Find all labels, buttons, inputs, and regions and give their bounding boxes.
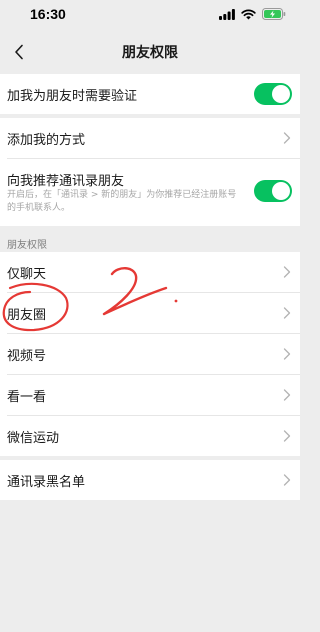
battery-charging-icon <box>262 8 286 20</box>
blacklist-label: 通讯录黑名单 <box>7 474 86 490</box>
permission-item-label: 仅聊天 <box>7 266 47 282</box>
permission-item-top-stories[interactable]: 看一看 <box>0 375 300 415</box>
permission-item-label: 视频号 <box>7 348 47 364</box>
permission-item-label: 朋友圈 <box>7 307 47 323</box>
friend-permissions-header: 朋友权限 <box>7 240 47 251</box>
chevron-right-icon <box>283 266 291 278</box>
wifi-icon <box>241 9 256 19</box>
permission-item-moments[interactable]: 朋友圈 <box>0 293 300 333</box>
status-time: 16:30 <box>30 6 66 22</box>
recommend-contacts-toggle[interactable] <box>254 180 292 202</box>
recommend-contacts-label: 向我推荐通讯录朋友 <box>7 173 125 189</box>
add-methods-row[interactable]: 添加我的方式 <box>0 118 300 158</box>
verify-section: 加我为朋友时需要验证 <box>0 74 300 114</box>
permission-item-label: 看一看 <box>7 389 47 405</box>
recommend-contacts-description: 开启后，在「通讯录 > 新的朋友」为你推荐已经注册账号的手机联系人。 <box>7 190 237 213</box>
verify-friend-row[interactable]: 加我为朋友时需要验证 <box>0 74 300 114</box>
chevron-right-icon <box>283 348 291 360</box>
permission-item-channels[interactable]: 视频号 <box>0 334 300 374</box>
permission-item-werun[interactable]: 微信运动 <box>0 416 300 456</box>
chevron-right-icon <box>283 474 291 486</box>
status-bar: 16:30 <box>0 0 300 30</box>
friend-permissions-section: 仅聊天 朋友圈 视频号 看一看 微信运动 <box>0 252 300 456</box>
chevron-right-icon <box>283 307 291 319</box>
verify-friend-toggle[interactable] <box>254 83 292 105</box>
signal-icon <box>219 8 235 20</box>
permission-item-chat-only[interactable]: 仅聊天 <box>0 252 300 292</box>
contacts-section: 添加我的方式 向我推荐通讯录朋友 开启后，在「通讯录 > 新的朋友」为你推荐已经… <box>0 118 300 226</box>
verify-friend-label: 加我为朋友时需要验证 <box>7 88 138 104</box>
blacklist-row[interactable]: 通讯录黑名单 <box>0 460 300 500</box>
blacklist-section: 通讯录黑名单 <box>0 460 300 500</box>
add-methods-label: 添加我的方式 <box>7 132 86 148</box>
nav-bar: 朋友权限 <box>0 30 300 74</box>
chevron-right-icon <box>283 132 291 144</box>
chevron-right-icon <box>283 389 291 401</box>
page-title: 朋友权限 <box>122 45 178 61</box>
permission-item-label: 微信运动 <box>7 430 60 446</box>
chevron-right-icon <box>283 430 291 442</box>
toggle-knob <box>272 182 290 200</box>
toggle-knob <box>272 85 290 103</box>
status-icons <box>219 7 286 21</box>
divider <box>7 158 300 159</box>
